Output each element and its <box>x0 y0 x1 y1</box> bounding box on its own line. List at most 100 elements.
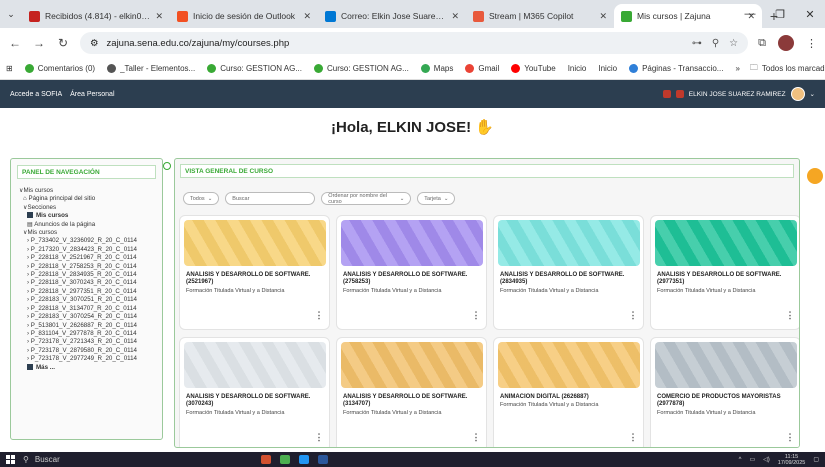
filter-all-dropdown[interactable]: Todos ⌄ <box>183 192 220 205</box>
tree-course-item[interactable]: › P_513801_V_2626887_R_20_C_0114 <box>19 322 154 330</box>
course-card[interactable]: ANALISIS Y DESARROLLO DE SOFTWARE. (3070… <box>179 337 330 447</box>
course-actions-menu-icon[interactable]: ⋮ <box>780 310 799 321</box>
tree-course-item[interactable]: › P_228118_V_2521967_R_20_C_0114 <box>19 254 154 262</box>
volume-icon[interactable]: ◁) <box>763 456 770 463</box>
site-info-icon[interactable]: ⚙ <box>90 38 99 49</box>
apps-grid-icon[interactable]: ⊞ <box>6 64 13 73</box>
browser-tab[interactable]: Stream | M365 Copilot ✕ <box>466 4 614 28</box>
view-mode-dropdown[interactable]: Tarjeta ⌄ <box>417 192 456 205</box>
course-card-image[interactable] <box>184 342 326 388</box>
course-card-image[interactable] <box>498 220 640 266</box>
bookmark-item[interactable]: _Taller - Elementos... <box>107 64 195 73</box>
tree-my-courses[interactable]: Mis cursos <box>19 212 154 220</box>
course-card-image[interactable] <box>184 220 326 266</box>
profile-avatar[interactable] <box>778 35 794 51</box>
forward-icon[interactable]: → <box>32 36 46 50</box>
panel-collapse-handle[interactable] <box>163 162 171 170</box>
course-card[interactable]: ANALISIS Y DESARROLLO DE SOFTWARE. (2521… <box>179 215 330 330</box>
course-actions-menu-icon[interactable]: ⋮ <box>623 310 643 321</box>
tree-sections[interactable]: ∨Secciones <box>19 204 154 212</box>
back-icon[interactable]: ← <box>8 36 22 50</box>
tree-home[interactable]: ⌂ Página principal del sitio <box>19 195 154 203</box>
course-card-title[interactable]: ANIMACION DIGITAL (2626887) <box>498 394 639 401</box>
course-card-title[interactable]: ANALISIS Y DESARROLLO DE SOFTWARE. (2521… <box>184 272 325 287</box>
notifications-center-icon[interactable]: ▢ <box>813 456 819 463</box>
extensions-icon[interactable]: ⧉ <box>758 37 766 50</box>
course-card-image[interactable] <box>655 220 797 266</box>
zoom-icon[interactable]: ⚲ <box>712 38 719 49</box>
close-window-icon[interactable]: ✕ <box>795 0 825 28</box>
tab-close-icon[interactable]: ✕ <box>451 11 459 22</box>
tree-course-item[interactable]: › P_723178_V_2721343_R_20_C_0114 <box>19 338 154 346</box>
bookmark-item[interactable]: Inicio <box>598 64 617 73</box>
bookmark-item[interactable]: Curso: GESTION AG... <box>314 64 409 73</box>
course-card-title[interactable]: ANALISIS Y DESARROLLO DE SOFTWARE. (2834… <box>498 272 639 287</box>
windows-start-icon[interactable] <box>6 455 15 464</box>
course-card-title[interactable]: COMERCIO DE PRODUCTOS MAYORISTAS (297787… <box>655 394 796 409</box>
course-card[interactable]: ANALISIS Y DESARROLLO DE SOFTWARE. (2834… <box>493 215 644 330</box>
course-card-image[interactable] <box>341 342 483 388</box>
course-card-title[interactable]: ANALISIS Y DESARROLLO DE SOFTWARE. (3134… <box>341 394 482 409</box>
user-avatar[interactable] <box>790 87 805 101</box>
user-menu-chevron-icon[interactable]: ⌄ <box>810 90 815 98</box>
tree-course-item[interactable]: › P_723178_V_2977249_R_20_C_0114 <box>19 355 154 363</box>
tab-search-chevron-icon[interactable]: ⌄ <box>0 0 22 28</box>
address-bar[interactable]: ⚙ zajuna.sena.edu.co/zajuna/my/courses.p… <box>80 32 749 54</box>
messages-icon[interactable] <box>662 90 671 98</box>
reload-icon[interactable]: ↻ <box>56 36 70 50</box>
browser-tab[interactable]: Inicio de sesión de Outlook ✕ <box>170 4 318 28</box>
bookmark-star-icon[interactable]: ☆ <box>729 38 738 49</box>
taskbar-clock[interactable]: 11:15 17/09/2025 <box>778 454 806 466</box>
tree-site-notices[interactable]: ▤ Anuncios de la página <box>19 221 154 229</box>
chrome-icon[interactable] <box>299 455 309 464</box>
browser-tab[interactable]: Correo: Elkin Jose Suarez Ra ✕ <box>318 4 466 28</box>
course-search-input[interactable]: Buscar <box>225 192 316 205</box>
course-card[interactable]: ANALISIS Y DESARROLLO DE SOFTWARE. (2977… <box>650 215 799 330</box>
course-card[interactable]: ANALISIS Y DESARROLLO DE SOFTWARE. (3134… <box>336 337 487 447</box>
tab-close-icon[interactable]: ✕ <box>599 11 607 22</box>
tree-course-item[interactable]: › P_228183_V_3070251_R_20_C_0114 <box>19 296 154 304</box>
bookmark-item[interactable]: Páginas - Transaccio... <box>629 64 723 73</box>
notifications-icon[interactable] <box>675 90 684 98</box>
help-assistant-button[interactable] <box>805 166 825 186</box>
all-bookmarks-button[interactable]: 🗀 Todos los marcadores <box>750 62 825 76</box>
tree-course-item[interactable]: › P_723178_V_2879580_R_20_C_0114 <box>19 347 154 355</box>
course-actions-menu-icon[interactable]: ⋮ <box>780 432 799 443</box>
course-actions-menu-icon[interactable]: ⋮ <box>309 432 329 443</box>
tree-course-item[interactable]: › P_831104_V_2977878_R_20_C_0114 <box>19 330 154 338</box>
tab-close-icon[interactable]: ✕ <box>303 11 311 22</box>
course-card-title[interactable]: ANALISIS Y DESARROLLO DE SOFTWARE. (2758… <box>341 272 482 287</box>
tree-root[interactable]: ∨Mis cursos <box>19 187 154 195</box>
tree-course-item[interactable]: › P_733402_V_3236092_R_20_C_0114 <box>19 237 154 245</box>
sort-dropdown[interactable]: Ordenar por nombre del curso ⌄ <box>321 192 412 205</box>
password-key-icon[interactable]: ⊶ <box>692 38 702 49</box>
browser-tab[interactable]: Recibidos (4.814) - elkin081 ✕ <box>22 4 170 28</box>
file-explorer-icon[interactable] <box>280 455 290 464</box>
bookmark-item[interactable]: Curso: GESTION AG... <box>207 64 302 73</box>
tray-chevron-up-icon[interactable]: ^ <box>739 457 742 463</box>
course-actions-menu-icon[interactable]: ⋮ <box>466 310 486 321</box>
course-card[interactable]: ANIMACION DIGITAL (2626887) Formación Ti… <box>493 337 644 447</box>
tree-course-item[interactable]: › P_228183_V_3070254_R_20_C_0114 <box>19 313 154 321</box>
network-icon[interactable]: ▭ <box>750 456 756 463</box>
user-menu[interactable]: ELKIN JOSE SUAREZ RAMIREZ ⌄ <box>662 87 815 101</box>
tree-course-item[interactable]: › P_228118_V_3070243_R_20_C_0114 <box>19 279 154 287</box>
tree-course-item[interactable]: › P_217320_V_2834423_R_20_C_0114 <box>19 246 154 254</box>
powerpoint-icon[interactable] <box>261 455 271 464</box>
course-card-title[interactable]: ANALISIS Y DESARROLLO DE SOFTWARE. (2977… <box>655 272 796 287</box>
bookmark-item[interactable]: YouTube <box>511 64 556 73</box>
tree-courses-node[interactable]: ∨Mis cursos <box>19 229 154 237</box>
bookmark-item[interactable]: Maps <box>420 64 453 73</box>
bookmark-item[interactable]: Gmail <box>465 64 499 73</box>
header-link[interactable]: Área Personal <box>70 91 114 98</box>
course-card-image[interactable] <box>341 220 483 266</box>
course-card-title[interactable]: ANALISIS Y DESARROLLO DE SOFTWARE. (3070… <box>184 394 325 409</box>
tree-course-item[interactable]: › P_228118_V_2977351_R_20_C_0114 <box>19 288 154 296</box>
tab-close-icon[interactable]: ✕ <box>155 11 163 22</box>
course-actions-menu-icon[interactable]: ⋮ <box>309 310 329 321</box>
tree-course-item[interactable]: › P_228118_V_2758253_R_20_C_0114 <box>19 263 154 271</box>
tree-course-item[interactable]: › P_228118_V_3134707_R_20_C_0114 <box>19 305 154 313</box>
course-card-image[interactable] <box>655 342 797 388</box>
course-card[interactable]: COMERCIO DE PRODUCTOS MAYORISTAS (297787… <box>650 337 799 447</box>
minimize-icon[interactable]: — <box>735 0 765 28</box>
